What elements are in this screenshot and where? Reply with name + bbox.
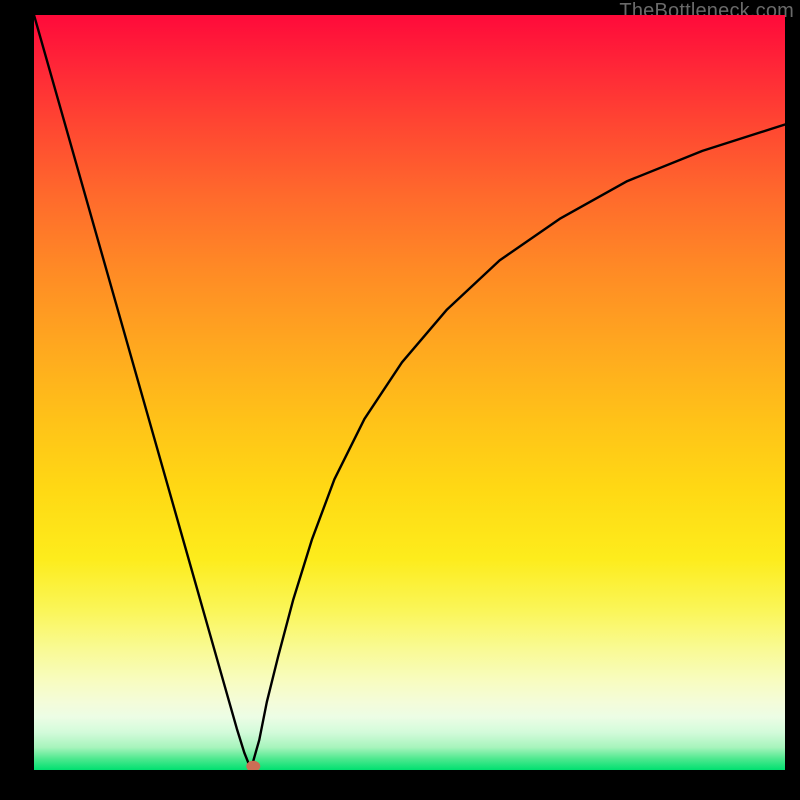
heat-gradient-background: [34, 15, 785, 770]
chart-container: TheBottleneck.com: [0, 0, 800, 800]
plot-area: [34, 15, 785, 770]
